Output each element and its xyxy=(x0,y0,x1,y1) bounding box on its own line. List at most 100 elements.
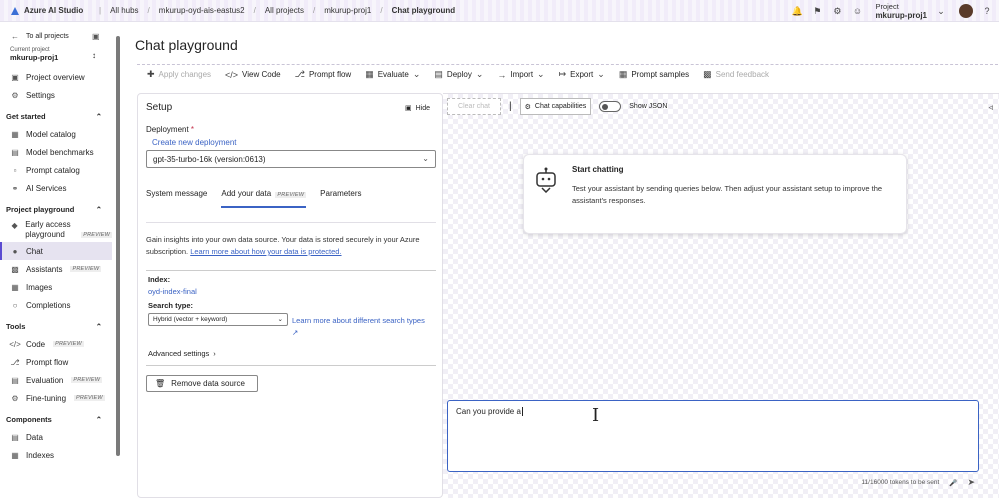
sidebar-item-completions[interactable]: ○ Completions xyxy=(0,296,112,314)
index-details: Index: oyd-index-final Search type: Hybr… xyxy=(146,270,436,366)
search-types-link[interactable]: Learn more about different search types … xyxy=(292,315,432,339)
smiley-icon[interactable]: ☺ xyxy=(851,5,863,17)
section-get-started[interactable]: Get started ⌃ xyxy=(0,107,112,125)
chevron-down-icon[interactable]: ⌄ xyxy=(935,5,947,17)
breadcrumb: | All hubs / mkurup-oyd-ais-eastus2 / Al… xyxy=(99,6,456,15)
send-icon[interactable]: ➤ xyxy=(967,477,975,488)
chat-input-value: Can you provide a xyxy=(456,407,521,416)
sidebar-item-code[interactable]: </> Code PREVIEW xyxy=(0,335,112,353)
sidebar-item-ai-services[interactable]: ⚭ AI Services xyxy=(0,179,112,197)
speaker-icon[interactable]: ◃ xyxy=(988,102,993,113)
sidebar-item-model-benchmarks[interactable]: ▤ Model benchmarks xyxy=(0,143,112,161)
index-value-link[interactable]: oyd-index-final xyxy=(148,287,197,296)
prompt-flow-icon: ⎇ xyxy=(294,69,305,79)
chevron-down-icon: ⌄ xyxy=(537,69,545,79)
divider: | xyxy=(509,101,512,112)
section-title: Project playground xyxy=(6,204,75,214)
show-json-label: Show JSON xyxy=(629,103,668,110)
setup-title: Setup xyxy=(146,102,173,113)
chevron-updown-icon: ↕ xyxy=(92,51,96,60)
deploy-icon: ▤ xyxy=(434,69,443,79)
evaluate-button[interactable]: ▦ Evaluate ⌄ xyxy=(365,69,420,80)
help-icon[interactable]: ? xyxy=(981,5,993,17)
prompt-flow-icon: ⎇ xyxy=(10,357,20,367)
breadcrumb-hub[interactable]: mkurup-oyd-ais-eastus2 xyxy=(159,6,245,15)
view-code-button[interactable]: </> View Code xyxy=(225,70,281,80)
sidebar-scrollbar[interactable] xyxy=(116,36,120,456)
clear-chat-label: Clear chat xyxy=(458,103,490,110)
advanced-settings[interactable]: Advanced settings › xyxy=(148,349,216,358)
send-feedback-button[interactable]: ▩ Send feedback xyxy=(703,69,769,80)
deployment-select[interactable]: gpt-35-turbo-16k (version:0613) ⌄ xyxy=(146,150,436,168)
sidebar-item-label: Data xyxy=(26,432,43,442)
index-icon: ▦ xyxy=(11,450,19,460)
external-link-icon: ↗ xyxy=(292,328,299,337)
tab-system-message[interactable]: System message xyxy=(146,189,207,208)
hide-button[interactable]: ▣ Hide xyxy=(405,104,430,113)
section-components[interactable]: Components ⌃ xyxy=(0,410,112,428)
chevron-down-icon: ⌄ xyxy=(475,69,484,79)
back-to-projects[interactable]: ← To all projects ▣ xyxy=(0,27,112,45)
import-button[interactable]: → Import ⌄ xyxy=(497,69,544,80)
back-label: To all projects xyxy=(26,32,69,40)
sidebar-item-prompt-catalog[interactable]: ▫ Prompt catalog xyxy=(0,161,112,179)
remove-data-source-button[interactable]: 🗑 Remove data source xyxy=(146,375,258,392)
sidebar-item-assistants[interactable]: ▩ Assistants PREVIEW xyxy=(0,260,112,278)
learn-more-protected-link[interactable]: Learn more about how your data is protec… xyxy=(190,247,341,256)
clear-chat-button[interactable]: Clear chat xyxy=(447,98,501,115)
app-logo[interactable]: Azure AI Studio xyxy=(0,6,90,16)
sidebar-item-label: Model benchmarks xyxy=(26,147,94,157)
sidebar-item-prompt-flow[interactable]: ⎇ Prompt flow xyxy=(0,353,112,371)
section-project-playground[interactable]: Project playground ⌃ xyxy=(0,200,112,218)
prompt-flow-button[interactable]: ⎇ Prompt flow xyxy=(295,69,352,80)
gear-icon[interactable]: ⚙ xyxy=(831,5,843,17)
sidebar-item-label: Code xyxy=(26,339,46,349)
code-icon: </> xyxy=(225,69,239,80)
sidebar-item-chat[interactable]: ● Chat xyxy=(0,242,112,260)
sidebar-item-settings[interactable]: ⚙ Settings xyxy=(0,86,112,104)
preview-badge: PREVIEW xyxy=(53,341,84,347)
sidebar-item-fine-tuning[interactable]: ⚙ Fine-tuning PREVIEW xyxy=(0,389,112,407)
megaphone-icon[interactable]: ⚑ xyxy=(811,5,823,17)
create-deployment-link[interactable]: Create new deployment xyxy=(152,138,237,147)
chevron-up-icon: ⌃ xyxy=(95,111,102,121)
chat-input[interactable]: Can you provide a​ I xyxy=(447,400,979,472)
show-json-toggle[interactable] xyxy=(599,101,622,112)
microphone-icon[interactable]: 🎤 xyxy=(949,479,957,487)
start-chatting-card: Start chatting Test your assistant by se… xyxy=(523,154,907,234)
sidebar-item-data[interactable]: ▤ Data xyxy=(0,428,112,446)
tab-parameters[interactable]: Parameters xyxy=(320,189,361,208)
hide-label: Hide xyxy=(415,104,430,112)
search-type-select[interactable]: Hybrid (vector + keyword) ⌄ xyxy=(148,313,288,326)
section-tools[interactable]: Tools ⌃ xyxy=(0,317,112,335)
sidebar-item-label: Early access playground xyxy=(25,220,71,239)
breadcrumb-all-projects[interactable]: All projects xyxy=(265,6,304,15)
export-icon: ↦ xyxy=(558,69,567,79)
chat-capabilities-button[interactable]: ⚙ Chat capabilities xyxy=(519,98,592,115)
sidebar-item-label: Model catalog xyxy=(26,129,76,139)
sidebar-item-project-overview[interactable]: ▣ Project overview xyxy=(0,68,112,86)
avatar[interactable] xyxy=(959,4,973,18)
export-button[interactable]: ↦ Export ⌄ xyxy=(559,69,605,80)
data-icon: ▤ xyxy=(11,432,19,442)
tool-label: Prompt samples xyxy=(631,70,690,79)
token-count: 11/16000 tokens to be sent xyxy=(861,479,940,486)
sidebar-item-early-access[interactable]: ◆ Early access playground PREVIEW xyxy=(0,218,112,242)
sidebar-item-evaluation[interactable]: ▤ Evaluation PREVIEW xyxy=(0,371,112,389)
tool-label: Evaluate xyxy=(377,70,409,79)
breadcrumb-project[interactable]: mkurup-proj1 xyxy=(324,6,371,15)
bell-icon[interactable]: 🔔 xyxy=(791,5,803,17)
sidebar-item-label: Images xyxy=(26,282,53,292)
sidebar-item-images[interactable]: ▦ Images xyxy=(0,278,112,296)
current-project-picker[interactable]: Current project mkurup-proj1 ↕ xyxy=(0,47,112,62)
preview-badge: PREVIEW xyxy=(70,266,102,272)
sidebar-item-model-catalog[interactable]: ▦ Model catalog xyxy=(0,125,112,143)
prompt-samples-button[interactable]: ▦ Prompt samples xyxy=(619,69,689,80)
breadcrumb-all-hubs[interactable]: All hubs xyxy=(110,6,138,15)
sidebar-item-indexes[interactable]: ▦ Indexes xyxy=(0,446,112,464)
collapse-panel-icon[interactable]: ▣ xyxy=(91,31,101,41)
deploy-button[interactable]: ▤ Deploy ⌄ xyxy=(434,69,483,80)
project-switcher[interactable]: Project mkurup-proj1 xyxy=(875,2,927,20)
apply-changes-button[interactable]: ✚ Apply changes xyxy=(147,69,211,80)
tab-add-your-data[interactable]: Add your data PREVIEW xyxy=(221,189,307,208)
